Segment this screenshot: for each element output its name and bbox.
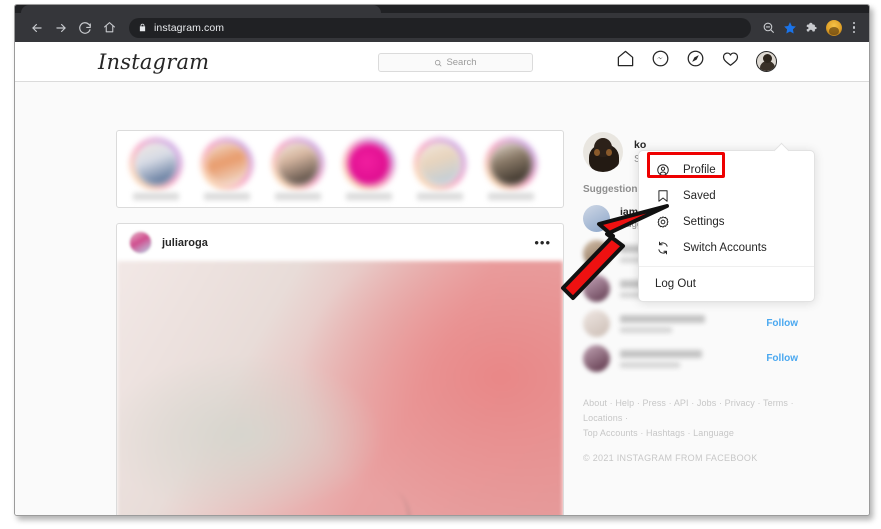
browser-tab[interactable] bbox=[21, 5, 381, 13]
feed-post: juliaroga ••• bbox=[116, 223, 564, 515]
site-footer: About · Help · Press · API · Jobs · Priv… bbox=[583, 396, 798, 463]
address-bar-url: instagram.com bbox=[154, 21, 225, 34]
feed-column: juliaroga ••• bbox=[116, 130, 564, 515]
browser-window: instagram.com Instagram Search juliaroga… bbox=[14, 4, 870, 516]
menu-item-label: Profile bbox=[683, 164, 716, 176]
footer-copyright: © 2021 INSTAGRAM FROM FACEBOOK bbox=[583, 452, 758, 463]
zoom-out-icon[interactable] bbox=[757, 17, 779, 39]
forward-arrow-icon[interactable] bbox=[49, 16, 73, 40]
menu-item-label: Switch Accounts bbox=[683, 242, 767, 254]
suggestion-avatar[interactable] bbox=[583, 275, 610, 302]
menu-item-label: Log Out bbox=[655, 278, 696, 290]
menu-item-profile[interactable]: Profile bbox=[639, 157, 814, 183]
story-label bbox=[488, 192, 534, 200]
suggestion-username bbox=[620, 314, 705, 323]
menu-item-settings[interactable]: Settings bbox=[639, 209, 814, 235]
suggestion-username bbox=[620, 349, 702, 358]
menu-item-label: Settings bbox=[683, 216, 725, 228]
bookmark-star-icon[interactable] bbox=[779, 17, 801, 39]
account-dropdown-menu: Profile Saved Settings Switch Accounts L… bbox=[638, 142, 815, 302]
menu-divider bbox=[639, 266, 814, 267]
page-content: juliaroga ••• ko Suggestions For You Fol… bbox=[15, 82, 869, 515]
stories-tray bbox=[116, 130, 564, 208]
story-label bbox=[204, 192, 250, 200]
story-label bbox=[417, 192, 463, 200]
switch-arrows-icon bbox=[655, 241, 670, 256]
suggestion-avatar[interactable] bbox=[583, 345, 610, 372]
menu-item-switch-accounts[interactable]: Switch Accounts bbox=[639, 235, 814, 261]
bookmark-icon bbox=[655, 189, 670, 204]
current-user-avatar[interactable] bbox=[583, 132, 623, 172]
profile-avatar[interactable] bbox=[756, 50, 777, 72]
suggestion-caption bbox=[620, 361, 680, 368]
footer-links-line-1[interactable]: About · Help · Press · API · Jobs · Priv… bbox=[583, 396, 798, 426]
puzzle-piece-icon[interactable] bbox=[801, 17, 823, 39]
home-icon[interactable] bbox=[616, 49, 635, 73]
story-item[interactable] bbox=[342, 138, 396, 200]
post-image[interactable] bbox=[117, 261, 563, 515]
suggested-user-avatar[interactable] bbox=[583, 205, 610, 232]
follow-button[interactable]: Follow bbox=[766, 318, 798, 329]
post-header: juliaroga ••• bbox=[117, 224, 563, 261]
post-author-username[interactable]: juliaroga bbox=[162, 237, 208, 249]
back-arrow-icon[interactable] bbox=[25, 16, 49, 40]
menu-item-saved[interactable]: Saved bbox=[639, 183, 814, 209]
menu-item-label: Saved bbox=[683, 190, 716, 202]
messenger-icon[interactable] bbox=[651, 49, 670, 73]
suggestion-caption bbox=[620, 326, 672, 333]
story-item[interactable] bbox=[413, 138, 467, 200]
suggestion-avatar[interactable] bbox=[583, 240, 610, 267]
suggestion-row[interactable]: Follow bbox=[583, 306, 798, 341]
story-label bbox=[346, 192, 392, 200]
story-item[interactable] bbox=[129, 138, 183, 200]
home-icon[interactable] bbox=[97, 16, 121, 40]
post-author-avatar[interactable] bbox=[129, 231, 152, 254]
profile-circle-icon bbox=[655, 163, 670, 178]
browser-toolbar: instagram.com bbox=[15, 13, 869, 42]
search-icon bbox=[435, 59, 442, 66]
story-item[interactable] bbox=[484, 138, 538, 200]
lock-icon bbox=[138, 19, 147, 37]
menu-item-log-out[interactable]: Log Out bbox=[639, 272, 814, 296]
story-label bbox=[133, 192, 179, 200]
story-item[interactable] bbox=[271, 138, 325, 200]
compass-icon[interactable] bbox=[686, 49, 705, 73]
suggestion-avatar[interactable] bbox=[583, 310, 610, 337]
browser-profile-avatar-icon[interactable] bbox=[823, 17, 845, 39]
screenshot-root: instagram.com Instagram Search juliaroga… bbox=[0, 0, 881, 529]
footer-links-line-2[interactable]: Top Accounts · Hashtags · Language bbox=[583, 426, 798, 441]
web-page: Instagram Search juliaroga ••• ko Sugges… bbox=[15, 42, 869, 515]
story-label bbox=[275, 192, 321, 200]
search-placeholder: Search bbox=[446, 57, 477, 68]
search-input[interactable]: Search bbox=[378, 53, 533, 72]
heart-icon[interactable] bbox=[721, 49, 740, 73]
follow-button[interactable]: Follow bbox=[766, 353, 798, 364]
instagram-nav bbox=[616, 49, 777, 73]
instagram-logo[interactable]: Instagram bbox=[98, 50, 209, 74]
instagram-header: Instagram Search bbox=[15, 42, 869, 82]
address-bar[interactable]: instagram.com bbox=[129, 17, 751, 38]
reload-icon[interactable] bbox=[73, 16, 97, 40]
browser-tab-strip bbox=[15, 5, 869, 13]
suggestion-row[interactable]: Follow bbox=[583, 341, 798, 376]
story-item[interactable] bbox=[200, 138, 254, 200]
gear-icon bbox=[655, 215, 670, 230]
three-dot-menu-icon[interactable] bbox=[845, 17, 863, 39]
post-options-button[interactable]: ••• bbox=[534, 236, 551, 249]
